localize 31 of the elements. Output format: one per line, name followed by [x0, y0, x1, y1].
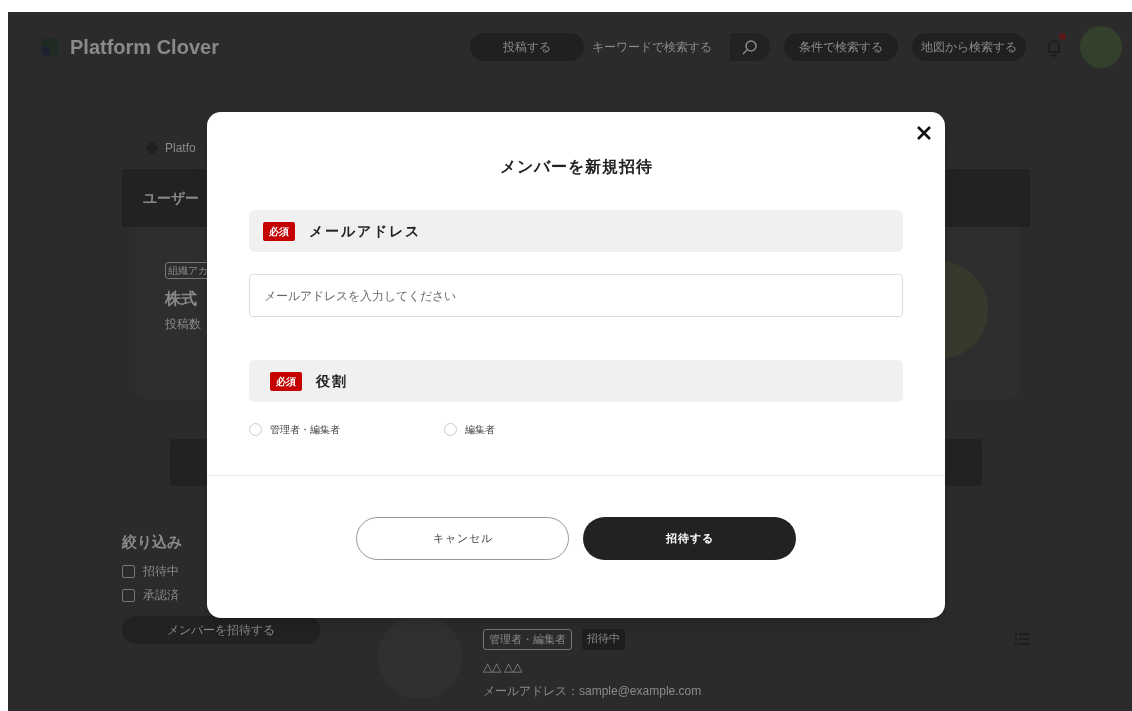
- breadcrumb-link[interactable]: Platfo: [165, 139, 196, 157]
- required-badge: 必須: [270, 371, 302, 391]
- required-badge: 必須: [263, 221, 295, 241]
- search-icon: [742, 39, 758, 55]
- radio-label[interactable]: 管理者・編集者: [270, 422, 340, 437]
- company-name: 株式: [165, 289, 197, 309]
- radio-label[interactable]: 編集者: [465, 422, 495, 437]
- member-tag: 管理者・編集者: [483, 629, 572, 650]
- search-option-button[interactable]: 条件で検索する: [784, 33, 898, 61]
- member-tag: 招待中: [582, 629, 625, 650]
- checkbox[interactable]: [122, 564, 135, 578]
- email-input-field[interactable]: メールアドレスを入力してください: [249, 274, 903, 317]
- filter-title: 絞り込み: [122, 533, 182, 550]
- checkbox-label[interactable]: 招待中: [143, 562, 179, 580]
- post-button[interactable]: 投稿する: [470, 33, 584, 61]
- member-name: △△ △△: [483, 658, 523, 676]
- close-icon[interactable]: [917, 126, 931, 140]
- field-label: メールアドレス: [309, 221, 421, 241]
- checkbox[interactable]: [122, 588, 135, 602]
- search-button[interactable]: [730, 33, 770, 61]
- checkbox-label[interactable]: 承認済: [143, 586, 179, 604]
- cancel-button[interactable]: キャンセル: [356, 517, 569, 560]
- post-count: 投稿数: [165, 316, 201, 333]
- member-email: メールアドレス：sample@example.com: [483, 682, 702, 700]
- dialog-title: メンバーを新規招待: [499, 157, 653, 177]
- search-option-button[interactable]: 地図から検索する: [912, 33, 1026, 61]
- invite-member-button[interactable]: メンバーを招待する: [122, 616, 320, 644]
- field-label: 役割: [316, 371, 348, 391]
- logo-text[interactable]: Platform Clover: [70, 32, 219, 62]
- invite-button[interactable]: 招待する: [583, 517, 796, 560]
- page-title: ユーザー: [143, 188, 199, 208]
